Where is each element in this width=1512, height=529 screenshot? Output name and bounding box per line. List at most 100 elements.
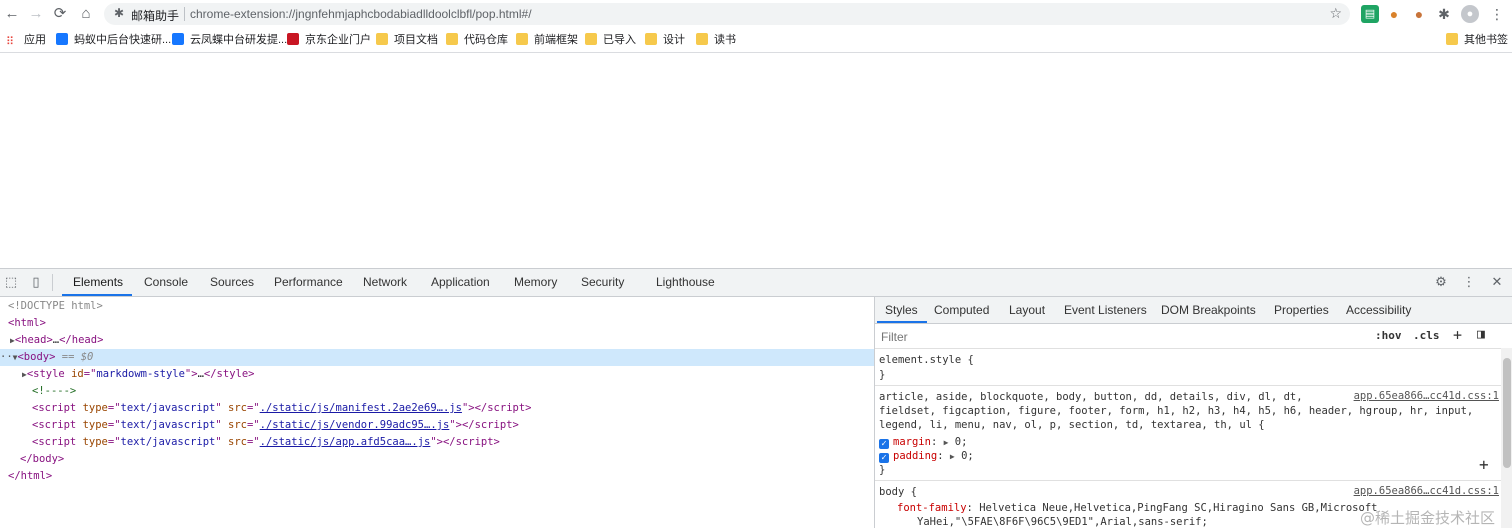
- script-type-value: text/javascript: [120, 436, 216, 448]
- bookmarks-bar: ⠿ 应用 蚂蚁中后台快速研... 云凤蝶中台研发提... 京东企业门户 项目文档 …: [0, 28, 1512, 53]
- extension-icon[interactable]: ▤: [1361, 5, 1379, 23]
- bookmark-label: 代码仓库: [464, 34, 508, 46]
- tab-elements[interactable]: Elements: [73, 275, 123, 289]
- styles-filter-bar: :hov .cls + ◨: [875, 324, 1512, 349]
- tab-properties[interactable]: Properties: [1274, 303, 1329, 317]
- extension-puzzle-icon: ✱: [114, 6, 125, 20]
- expand-triangle-icon[interactable]: ▶: [944, 438, 949, 447]
- dom-node-head[interactable]: ▶<head>…</head>: [0, 332, 874, 349]
- dom-node-script[interactable]: <script type="text/javascript" src="./st…: [0, 434, 874, 451]
- class-toggle[interactable]: .cls: [1413, 329, 1440, 342]
- expand-triangle-icon[interactable]: ▶: [0, 370, 27, 379]
- bookmark-other-folder[interactable]: 其他书签: [1446, 32, 1508, 48]
- tab-accessibility[interactable]: Accessibility: [1346, 303, 1411, 317]
- rule-close-brace: }: [879, 369, 886, 381]
- more-options-icon[interactable]: ⋮: [1461, 274, 1477, 290]
- person-icon[interactable]: ●: [1385, 5, 1403, 23]
- tab-security[interactable]: Security: [581, 275, 624, 289]
- dom-node-html[interactable]: <html>: [0, 315, 874, 332]
- tab-dom-breakpoints[interactable]: DOM Breakpoints: [1161, 303, 1256, 317]
- bookmark-label: 前端框架: [534, 34, 578, 46]
- rule-source-link[interactable]: app.65ea866…cc41d.css:1: [1354, 485, 1499, 497]
- tab-application[interactable]: Application: [431, 275, 490, 289]
- element-style-selector[interactable]: element.style {: [879, 353, 974, 367]
- person-icon[interactable]: ●: [1410, 5, 1428, 23]
- menu-kebab-icon[interactable]: ⋮: [1488, 5, 1506, 23]
- tab-sources[interactable]: Sources: [210, 275, 254, 289]
- tab-memory[interactable]: Memory: [514, 275, 557, 289]
- bookmark-item[interactable]: 蚂蚁中后台快速研...: [56, 32, 171, 48]
- add-declaration-plus-icon[interactable]: +: [1479, 457, 1489, 473]
- rule-selector[interactable]: legend, li, menu, nav, ol, p, section, t…: [879, 418, 1265, 432]
- script-src-link[interactable]: ./static/js/app.afd5caa….js: [260, 436, 431, 448]
- scrollbar-thumb[interactable]: [1503, 358, 1511, 468]
- bookmark-label: 云凤蝶中台研发提...: [190, 34, 288, 46]
- close-icon[interactable]: ✕: [1489, 274, 1505, 290]
- divider: [875, 385, 1501, 386]
- bookmark-apps[interactable]: ⠿ 应用: [6, 32, 46, 48]
- tab-event-listeners[interactable]: Event Listeners: [1064, 303, 1147, 317]
- rule-source-link[interactable]: app.65ea866…cc41d.css:1: [1354, 390, 1499, 402]
- reload-icon[interactable]: ⟳: [50, 4, 70, 24]
- script-src-link[interactable]: ./static/js/manifest.2ae2e69….js: [260, 402, 462, 414]
- bookmark-folder[interactable]: 读书: [696, 32, 736, 48]
- tab-computed[interactable]: Computed: [934, 303, 989, 317]
- dom-node-body-close[interactable]: </body>: [0, 451, 874, 468]
- device-toolbar-icon[interactable]: ▯: [28, 274, 44, 290]
- url-text[interactable]: chrome-extension://jngnfehmjaphcbodabiad…: [190, 7, 532, 21]
- styles-scrollbar[interactable]: [1501, 348, 1512, 528]
- dom-node-script[interactable]: <script type="text/javascript" src="./st…: [0, 400, 874, 417]
- home-icon[interactable]: ⌂: [76, 4, 96, 24]
- checkbox-checked-icon[interactable]: ✓: [879, 453, 889, 463]
- forward-icon[interactable]: →: [26, 4, 46, 24]
- divider: [52, 274, 53, 291]
- dom-node-style[interactable]: ▶<style id="markdowm-style">…</style>: [0, 366, 874, 383]
- dom-node-script[interactable]: <script type="text/javascript" src="./st…: [0, 417, 874, 434]
- bookmark-folder[interactable]: 已导入: [585, 32, 636, 48]
- tab-network[interactable]: Network: [363, 275, 407, 289]
- bookmark-item[interactable]: 云凤蝶中台研发提...: [172, 32, 287, 48]
- extensions-puzzle-icon[interactable]: ✱: [1435, 5, 1453, 23]
- profile-avatar-icon[interactable]: ●: [1461, 5, 1479, 23]
- bookmark-star-icon[interactable]: ☆: [1329, 5, 1342, 22]
- inspect-element-icon[interactable]: ⬚: [3, 274, 19, 290]
- rule-selector[interactable]: article, aside, blockquote, body, button…: [879, 390, 1303, 404]
- dom-node-html-close[interactable]: </html>: [0, 468, 874, 485]
- css-declaration-font-family[interactable]: font-family: Helvetica Neue,Helvetica,Pi…: [897, 501, 1377, 515]
- script-type-value: text/javascript: [120, 402, 216, 414]
- toggle-sidebar-icon[interactable]: ◨: [1477, 327, 1485, 342]
- css-property: margin: [893, 436, 931, 448]
- folder-icon: [1446, 33, 1458, 45]
- folder-icon: [585, 33, 597, 45]
- tab-console[interactable]: Console: [144, 275, 188, 289]
- css-declaration-margin[interactable]: ✓ margin: ▶ 0;: [879, 435, 967, 450]
- checkbox-checked-icon[interactable]: ✓: [879, 439, 889, 449]
- bookmark-folder[interactable]: 前端框架: [516, 32, 578, 48]
- styles-filter-input[interactable]: [879, 327, 1367, 346]
- bookmark-folder[interactable]: 代码仓库: [446, 32, 508, 48]
- dom-node-doctype[interactable]: <!DOCTYPE html>: [0, 298, 874, 315]
- expand-triangle-icon[interactable]: ▶: [950, 452, 955, 461]
- elements-tree: <!DOCTYPE html> <html> ▶<head>…</head> ·…: [0, 297, 874, 528]
- comment-text: <!---->: [32, 385, 77, 397]
- dom-node-comment[interactable]: <!---->: [0, 383, 874, 400]
- bookmark-folder[interactable]: 项目文档: [376, 32, 438, 48]
- new-rule-plus-icon[interactable]: +: [1453, 326, 1462, 344]
- tab-performance[interactable]: Performance: [274, 275, 343, 289]
- settings-gear-icon[interactable]: ⚙: [1433, 274, 1449, 290]
- expand-triangle-icon[interactable]: ▶: [0, 336, 15, 345]
- bookmark-item[interactable]: 京东企业门户: [287, 32, 371, 48]
- rule-selector[interactable]: fieldset, figcaption, figure, footer, fo…: [879, 404, 1473, 418]
- rule-selector[interactable]: body {: [879, 485, 917, 499]
- tab-styles[interactable]: Styles: [885, 303, 918, 317]
- dom-node-body[interactable]: ··▼<body> == $0: [0, 349, 874, 366]
- bookmark-folder[interactable]: 设计: [645, 32, 685, 48]
- css-property: padding: [893, 450, 938, 462]
- css-declaration-padding[interactable]: ✓ padding: ▶ 0;: [879, 449, 974, 464]
- address-bar[interactable]: ✱ 邮箱助手 chrome-extension://jngnfehmjaphcb…: [104, 3, 1350, 25]
- back-icon[interactable]: ←: [2, 4, 22, 24]
- hover-state-toggle[interactable]: :hov: [1375, 329, 1402, 342]
- script-src-link[interactable]: ./static/js/vendor.99adc95….js: [260, 419, 450, 431]
- tab-layout[interactable]: Layout: [1009, 303, 1045, 317]
- tab-lighthouse[interactable]: Lighthouse: [656, 275, 715, 289]
